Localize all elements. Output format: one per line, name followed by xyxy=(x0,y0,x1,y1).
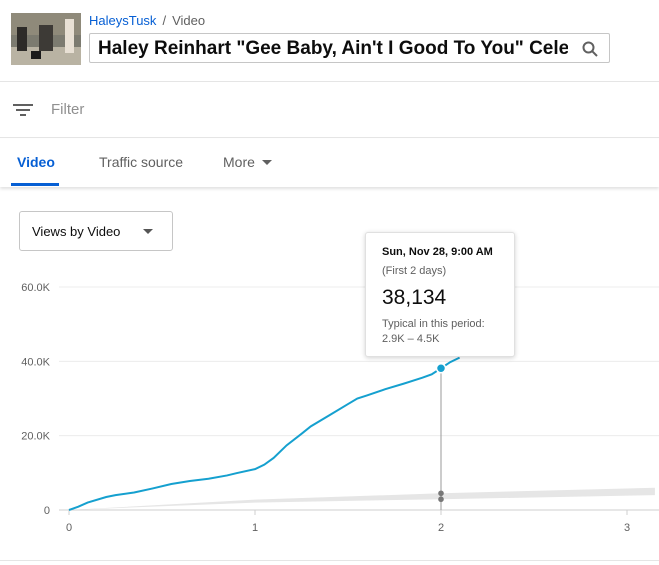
tooltip-period: (First 2 days) xyxy=(382,265,447,277)
views-series-line xyxy=(68,356,461,511)
typical-range-high-marker xyxy=(438,490,444,497)
tooltip-typical-label: Typical in this period: xyxy=(382,318,485,330)
typical-range-band xyxy=(69,487,655,510)
tooltip-date: Sun, Nov 28, 9:00 AM xyxy=(382,246,493,258)
y-tick-label: 40.0K xyxy=(21,356,50,368)
panel-divider xyxy=(0,560,659,561)
tooltip-views-value: 38,134 xyxy=(382,286,447,309)
x-tick-label: 0 xyxy=(66,522,72,534)
typical-range-low-marker xyxy=(438,496,444,503)
x-tick-label: 3 xyxy=(624,522,630,534)
y-tick-label: 20.0K xyxy=(21,431,50,443)
x-tick-label: 2 xyxy=(438,522,444,534)
y-tick-label: 60.0K xyxy=(21,282,50,294)
chart-tooltip: Sun, Nov 28, 9:00 AM (First 2 days) 38,1… xyxy=(365,232,515,357)
tooltip-typical-range: 2.9K – 4.5K xyxy=(382,333,440,345)
hover-data-point[interactable] xyxy=(435,363,447,374)
views-chart: 0 20.0K 40.0K 60.0K 0 1 2 3 xyxy=(21,282,659,534)
y-tick-label: 0 xyxy=(44,505,50,517)
x-tick-label: 1 xyxy=(252,522,258,534)
